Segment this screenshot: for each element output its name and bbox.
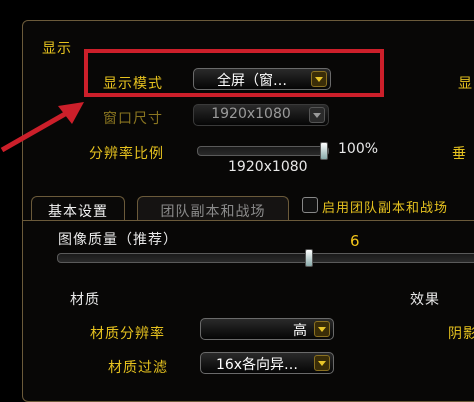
effects-header: 效果 — [410, 292, 440, 308]
texture-resolution-label: 材质分辨率 — [90, 326, 165, 342]
right-cut-label-top: 显 — [458, 76, 473, 92]
graphics-quality-value: 6 — [350, 232, 361, 250]
display-section-title: 显示 — [42, 41, 72, 57]
resolution-scale-label: 分辨率比例 — [89, 146, 164, 162]
texture-header: 材质 — [70, 292, 100, 308]
texture-filtering-value: 16x各向异… — [215, 357, 299, 373]
right-cut-label-mid: 垂 — [452, 146, 467, 162]
tab-raid-label: 团队副本和战场 — [160, 204, 266, 220]
enable-raid-label: 启用团队副本和战场 — [322, 201, 449, 216]
texture-filtering-dropdown[interactable]: 16x各向异… — [200, 352, 334, 374]
highlight-box — [84, 49, 384, 97]
resolution-scale-value: 1920x1080 — [228, 159, 308, 175]
texture-resolution-value: 高 — [293, 323, 307, 339]
window-size-dropdown[interactable]: 1920x1080 — [193, 104, 329, 126]
tab-basic-label: 基本设置 — [48, 204, 108, 220]
resolution-scale-slider[interactable] — [197, 142, 329, 160]
window-size-label: 窗口尺寸 — [103, 111, 163, 127]
slider-thumb[interactable] — [320, 142, 328, 160]
tab-divider — [22, 220, 474, 221]
chevron-down-icon — [309, 107, 325, 123]
chevron-down-icon — [314, 321, 330, 337]
chevron-down-icon — [314, 355, 330, 371]
texture-resolution-dropdown[interactable]: 高 — [200, 318, 334, 340]
tab-basic-settings[interactable]: 基本设置 — [31, 196, 125, 221]
texture-filtering-label: 材质过滤 — [108, 360, 168, 376]
window-size-value: 1920x1080 — [211, 106, 291, 122]
graphics-quality-label: 图像质量（推荐） — [58, 232, 178, 248]
resolution-scale-percent: 100% — [338, 141, 379, 157]
slider-thumb[interactable] — [305, 249, 313, 267]
tab-raid-battleground[interactable]: 团队副本和战场 — [137, 196, 289, 221]
graphics-quality-slider[interactable] — [57, 249, 474, 267]
right-cut-label-shadow: 阴影 — [448, 326, 474, 342]
enable-raid-checkbox[interactable] — [302, 197, 318, 213]
